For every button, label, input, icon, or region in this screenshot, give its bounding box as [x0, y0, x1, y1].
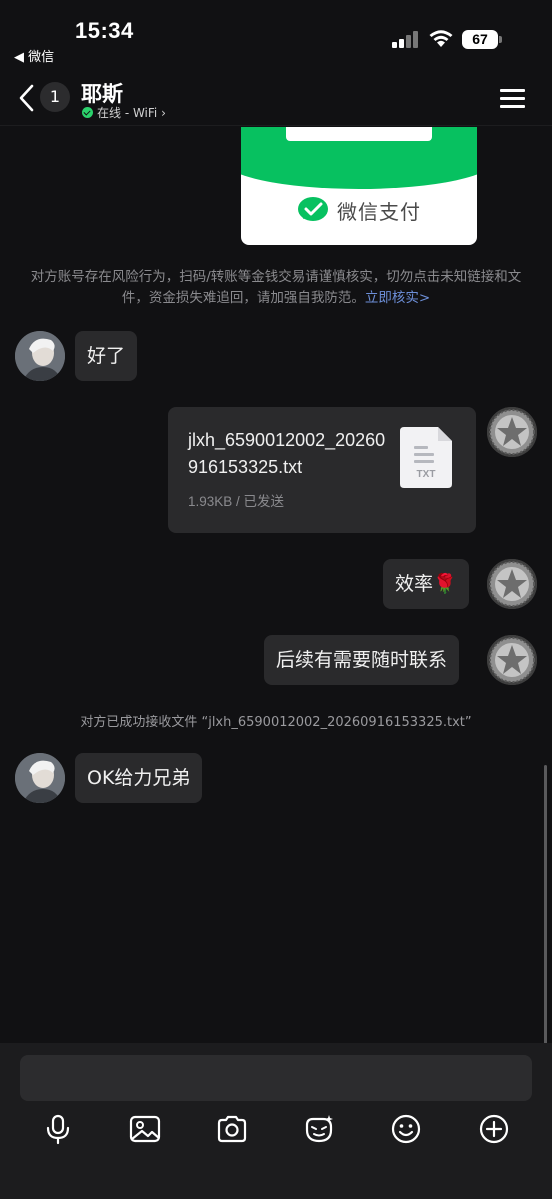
back-chevron-icon[interactable]: [14, 82, 40, 114]
message-bubble[interactable]: 好了: [75, 331, 138, 381]
more-menu-icon[interactable]: [500, 89, 525, 109]
online-check-icon: [82, 107, 93, 118]
wechat-pay-logo-icon: [298, 197, 328, 221]
presence-status[interactable]: 在线 - WiFi ›: [82, 104, 166, 121]
plus-icon[interactable]: [478, 1113, 510, 1145]
file-message-card[interactable]: jlxh_6590012002_20260916153325.txt 1.93K…: [168, 407, 476, 533]
message-input[interactable]: [20, 1055, 532, 1101]
sticker-icon[interactable]: [303, 1113, 335, 1145]
txt-file-icon-label: TXT: [417, 469, 436, 480]
status-bar: 15:34 ◀ 微信 67: [0, 0, 552, 70]
back-to-app-link[interactable]: ◀ 微信: [14, 46, 54, 65]
cellular-signal-icon: [392, 30, 418, 48]
verify-now-link[interactable]: 立即核实>: [365, 290, 430, 306]
input-bar: [0, 1043, 552, 1199]
contact-avatar[interactable]: [15, 753, 65, 803]
message-bubble[interactable]: 效率🌹: [383, 559, 469, 609]
contact-avatar[interactable]: [15, 331, 65, 381]
message-bubble[interactable]: 后续有需要随时联系: [264, 635, 460, 685]
risk-warning-text: 对方账号存在风险行为，扫码/转账等金钱交易请谨慎核实，切勿点击未知链接和文件，资…: [30, 269, 522, 306]
wechat-pay-brand: 微信支付: [241, 195, 477, 225]
payment-card-message[interactable]: 微信支付: [241, 127, 477, 245]
file-received-notice: 对方已成功接收文件 “jlxh_6590012002_2026091615332…: [80, 715, 472, 730]
unread-count-badge[interactable]: 1: [40, 82, 70, 112]
wechat-pay-label: 微信支付: [337, 199, 421, 224]
message-bubble[interactable]: OK给力兄弟: [75, 753, 203, 803]
wifi-icon: [429, 30, 453, 47]
chat-header: 1 耶斯 在线 - WiFi ›: [0, 70, 552, 126]
microphone-icon[interactable]: [42, 1113, 74, 1145]
risk-warning: 对方账号存在风险行为，扫码/转账等金钱交易请谨慎核实，切勿点击未知链接和文件，资…: [26, 267, 526, 309]
scrollbar[interactable]: [544, 765, 547, 1045]
message-list[interactable]: 微信支付 对方账号存在风险行为，扫码/转账等金钱交易请谨慎核实，切勿点击未知链接…: [0, 127, 552, 1043]
camera-icon[interactable]: [216, 1113, 248, 1145]
image-icon[interactable]: [129, 1113, 161, 1145]
my-avatar[interactable]: [487, 407, 537, 457]
my-avatar[interactable]: [487, 635, 537, 685]
file-meta: 1.93KB / 已发送: [188, 494, 285, 509]
presence-text: 在线 - WiFi ›: [97, 106, 166, 120]
clock: 15:34: [75, 18, 134, 43]
battery-indicator: 67: [462, 30, 498, 49]
file-name: jlxh_6590012002_20260916153325.txt: [188, 430, 386, 477]
txt-file-icon: TXT: [400, 427, 452, 488]
my-avatar[interactable]: [487, 559, 537, 609]
payment-card-qr-box: [286, 127, 432, 141]
battery-tip: [499, 36, 502, 43]
emoji-icon[interactable]: [390, 1113, 422, 1145]
